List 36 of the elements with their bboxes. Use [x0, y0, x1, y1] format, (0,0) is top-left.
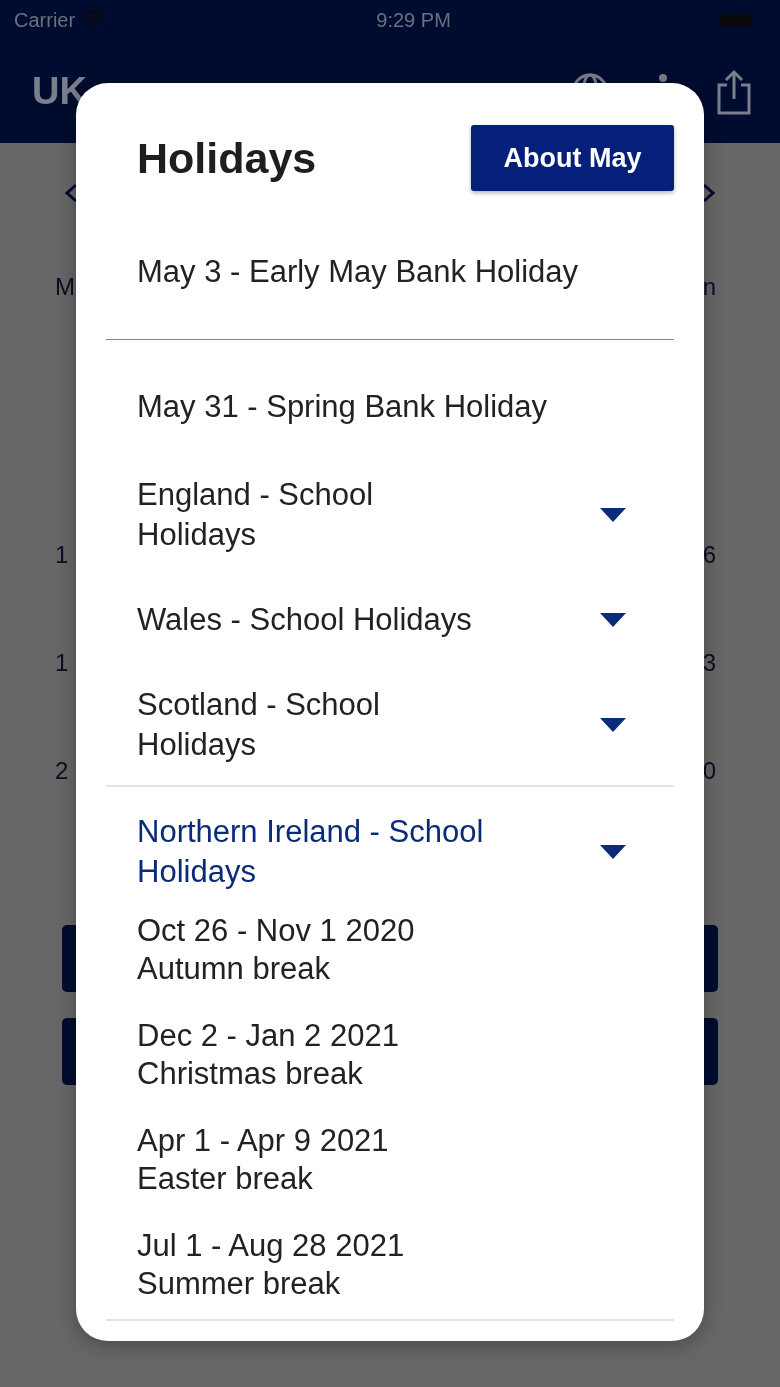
break-name: Autumn break	[137, 950, 331, 988]
chevron-left-icon[interactable]	[64, 183, 78, 203]
calendar-day-text: 2	[55, 757, 69, 785]
calendar-day-text: n	[702, 273, 716, 301]
bank-holiday-text: May 31 - Spring Bank Holiday	[136, 388, 549, 426]
calendar-day-text: 6	[702, 541, 716, 569]
calendar-day-text: 0	[702, 757, 716, 785]
calendar-day-text: 1	[55, 541, 69, 569]
break-dates: Jul 1 - Aug 28 2021	[137, 1227, 406, 1265]
break-name: Christmas break	[137, 1055, 364, 1093]
break-dates: Oct 26 - Nov 1 2020	[137, 912, 416, 950]
clock-time: 9:29 PM	[376, 8, 451, 32]
battery-icon	[720, 12, 754, 28]
modal-title: Holidays	[137, 133, 317, 183]
region-toggle[interactable]: Wales - School Holidays	[137, 600, 493, 640]
region-toggle[interactable]: Scotland - School Holidays	[137, 685, 493, 765]
region-toggle[interactable]: Northern Ireland - School Holidays	[137, 812, 493, 892]
chevron-right-icon[interactable]	[702, 183, 716, 203]
calendar-day-text: M	[55, 273, 75, 301]
region-toggle[interactable]: England - School Holidays	[137, 475, 493, 555]
calendar-day-text: 3	[702, 649, 716, 677]
caret-down-icon[interactable]	[600, 845, 626, 859]
break-dates: Apr 1 - Apr 9 2021	[137, 1122, 390, 1160]
about-month-button[interactable]: About May	[471, 125, 674, 191]
caret-down-icon[interactable]	[600, 718, 626, 732]
break-dates: Dec 2 - Jan 2 2021	[137, 1017, 400, 1055]
caret-down-icon[interactable]	[600, 508, 626, 522]
break-name: Summer break	[137, 1265, 342, 1303]
app-title: UK	[32, 70, 88, 113]
share-icon[interactable]	[716, 68, 752, 115]
calendar-day-text: 1	[55, 649, 69, 677]
bank-holiday-text: May 3 - Early May Bank Holiday	[136, 253, 580, 291]
wifi-icon	[81, 10, 108, 30]
break-name: Easter break	[137, 1160, 314, 1198]
carrier-label: Carrier	[14, 8, 76, 32]
caret-down-icon[interactable]	[600, 613, 626, 627]
